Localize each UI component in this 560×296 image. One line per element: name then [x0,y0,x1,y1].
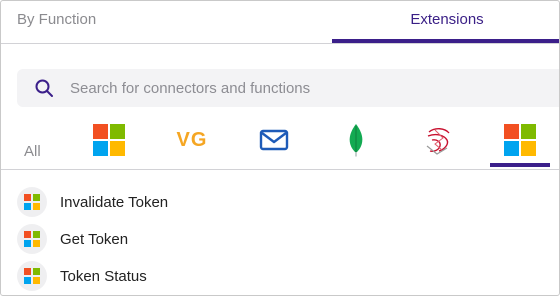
vg-icon: VG [176,128,208,151]
mongodb-icon [349,124,363,157]
sql-server-icon [426,128,450,155]
microsoft-icon [504,124,536,156]
filter-mongodb[interactable] [339,123,373,157]
filter-microsoft[interactable] [92,123,126,157]
microsoft-icon [17,187,47,217]
filter-microsoft-2[interactable] [503,123,537,157]
active-tab-indicator [332,39,559,43]
list-item[interactable]: Invalidate Token [1,185,559,221]
active-filter-indicator [490,163,550,167]
microsoft-icon [17,261,47,291]
function-label: Token Status [60,268,147,285]
function-label: Get Token [60,231,129,248]
microsoft-icon [17,224,47,254]
connector-filter-bar: All VG [1,119,559,170]
search-input[interactable] [70,69,550,107]
tab-extensions[interactable]: Extensions [332,1,559,43]
mail-icon [259,129,289,151]
list-item[interactable]: Token Status [1,259,559,295]
tab-bar: By Function Extensions [1,1,559,44]
function-label: Invalidate Token [60,194,169,211]
microsoft-icon [93,124,125,156]
search-bar[interactable] [17,69,559,107]
search-icon [35,79,53,97]
tab-by-function[interactable]: By Function [17,1,96,43]
filter-sql-server[interactable] [422,123,456,157]
connector-panel: By Function Extensions All VG [0,0,560,296]
filter-mail[interactable] [257,123,291,157]
filter-all[interactable]: All [24,143,41,160]
filter-vg[interactable]: VG [175,123,209,157]
list-item[interactable]: Get Token [1,222,559,258]
